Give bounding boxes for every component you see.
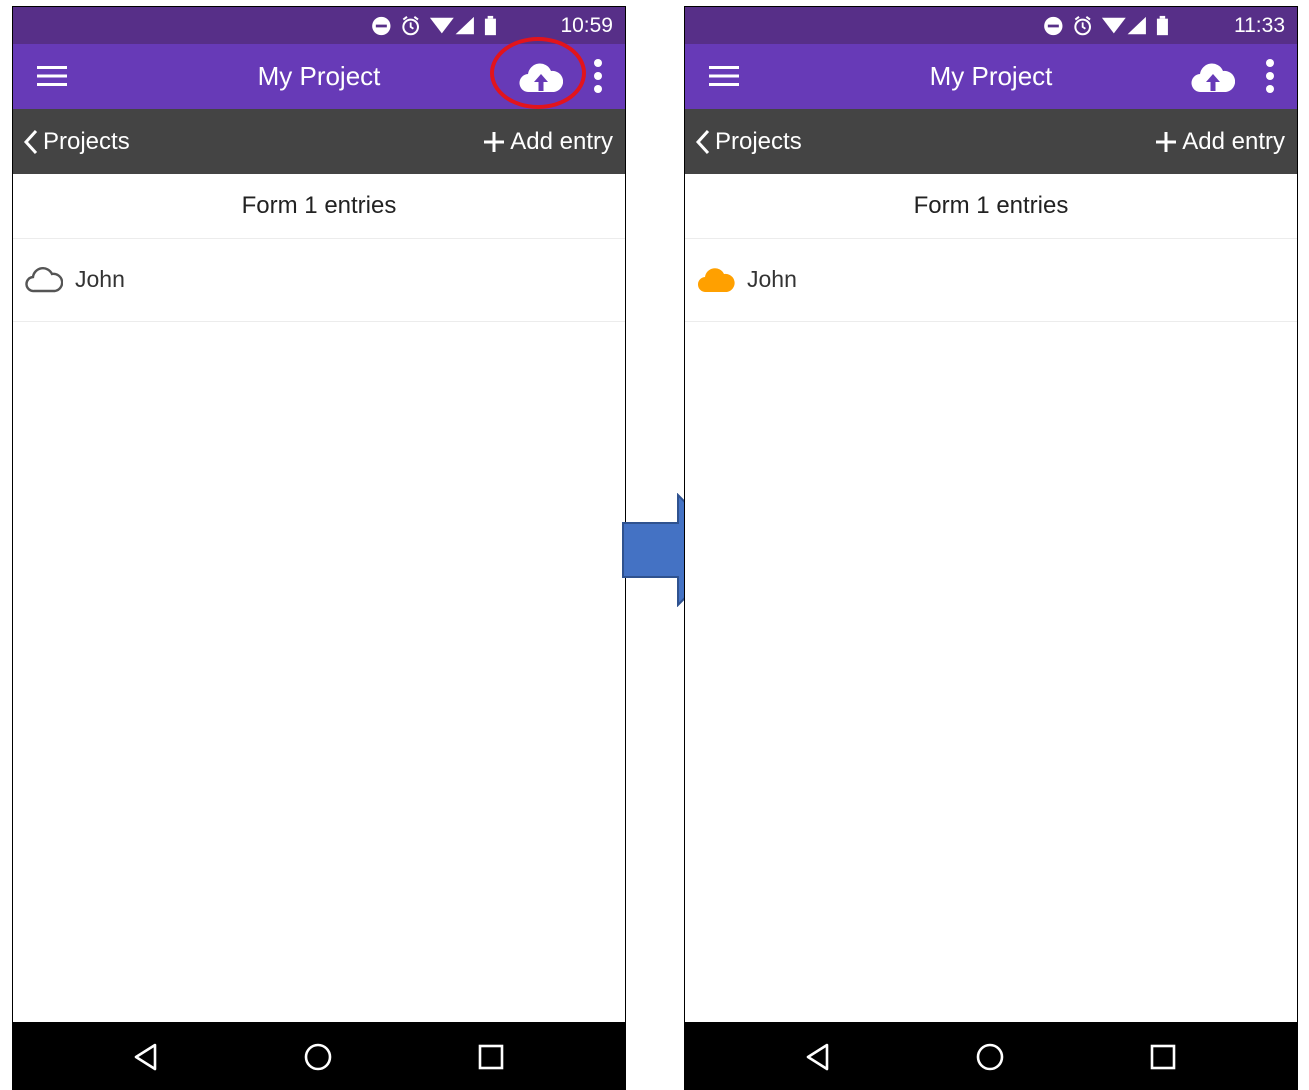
hamburger-menu-icon[interactable] bbox=[37, 64, 67, 88]
status-time: 11:33 bbox=[1234, 14, 1285, 37]
back-label: Projects bbox=[43, 128, 130, 155]
status-icons bbox=[1044, 15, 1168, 36]
plus-icon bbox=[1156, 131, 1177, 152]
hamburger-menu-icon[interactable] bbox=[709, 64, 739, 88]
system-nav-bar bbox=[685, 1022, 1297, 1090]
alarm-icon bbox=[1074, 16, 1092, 36]
nav-recents-icon[interactable] bbox=[476, 1042, 506, 1072]
phone-screen-after: 11:33 My Project Projects Add entry Form… bbox=[684, 6, 1298, 1090]
back-to-projects-button[interactable]: Projects bbox=[695, 109, 802, 174]
alarm-icon bbox=[402, 16, 420, 36]
more-options-icon[interactable] bbox=[591, 58, 605, 94]
cloud-outline-icon bbox=[25, 267, 63, 293]
nav-bar: Projects Add entry bbox=[685, 109, 1297, 174]
status-icons bbox=[372, 15, 496, 36]
entry-name: John bbox=[75, 266, 125, 292]
phone-screen-before: 10:59 My Project Projects Add entry Form… bbox=[12, 6, 626, 1090]
signal-icon bbox=[1127, 16, 1146, 35]
back-to-projects-button[interactable]: Projects bbox=[23, 109, 130, 174]
nav-back-icon[interactable] bbox=[131, 1042, 161, 1072]
list-item[interactable]: John bbox=[13, 239, 625, 322]
more-options-icon[interactable] bbox=[1263, 58, 1277, 94]
cloud-upload-icon[interactable] bbox=[1191, 62, 1235, 94]
chevron-left-icon bbox=[695, 129, 710, 154]
status-bar: 11:33 bbox=[685, 7, 1297, 44]
chevron-left-icon bbox=[23, 129, 38, 154]
list-header: Form 1 entries bbox=[13, 174, 625, 239]
highlight-ring bbox=[490, 37, 586, 109]
back-label: Projects bbox=[715, 128, 802, 155]
add-entry-label: Add entry bbox=[1182, 128, 1285, 155]
nav-home-icon[interactable] bbox=[975, 1042, 1005, 1072]
signal-icon bbox=[455, 16, 474, 35]
app-bar: My Project bbox=[685, 44, 1297, 109]
list-item[interactable]: John bbox=[685, 239, 1297, 322]
system-nav-bar bbox=[13, 1022, 625, 1090]
battery-icon bbox=[484, 15, 496, 36]
status-time: 10:59 bbox=[560, 14, 613, 37]
add-entry-button[interactable]: Add entry bbox=[484, 109, 613, 174]
wifi-icon bbox=[1101, 17, 1126, 34]
nav-back-icon[interactable] bbox=[803, 1042, 833, 1072]
list-header: Form 1 entries bbox=[685, 174, 1297, 239]
nav-bar: Projects Add entry bbox=[13, 109, 625, 174]
plus-icon bbox=[484, 131, 505, 152]
nav-recents-icon[interactable] bbox=[1148, 1042, 1178, 1072]
add-entry-button[interactable]: Add entry bbox=[1156, 109, 1285, 174]
battery-icon bbox=[1156, 15, 1168, 36]
nav-home-icon[interactable] bbox=[303, 1042, 333, 1072]
cloud-filled-icon bbox=[697, 268, 735, 293]
wifi-icon bbox=[429, 17, 454, 34]
entry-name: John bbox=[747, 266, 797, 292]
add-entry-label: Add entry bbox=[510, 128, 613, 155]
